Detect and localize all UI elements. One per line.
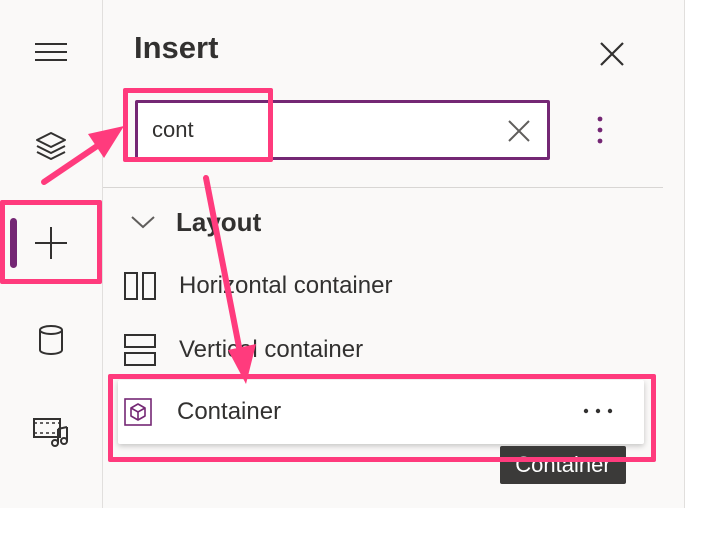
panel-divider bbox=[103, 187, 663, 188]
clear-icon bbox=[508, 120, 530, 142]
search-clear-button[interactable] bbox=[504, 116, 534, 146]
list-item-label: Vertical container bbox=[179, 336, 364, 363]
list-item-vertical-container[interactable]: Vertical container bbox=[120, 322, 640, 378]
more-vertical-icon bbox=[597, 116, 603, 144]
vertical-container-icon bbox=[118, 333, 162, 367]
group-header-layout[interactable]: Layout bbox=[130, 200, 261, 244]
panel-title: Insert bbox=[134, 30, 219, 65]
search-highlight-box bbox=[123, 88, 273, 162]
horizontal-container-icon bbox=[118, 271, 162, 301]
container-highlight-box bbox=[108, 374, 656, 462]
rail-item-menu[interactable] bbox=[0, 20, 102, 84]
insert-highlight-box bbox=[0, 200, 102, 284]
close-button[interactable] bbox=[592, 34, 632, 74]
more-options-button[interactable] bbox=[582, 110, 618, 150]
layers-icon bbox=[36, 132, 66, 160]
media-icon bbox=[33, 418, 68, 447]
chevron-down-icon bbox=[131, 216, 155, 229]
close-icon bbox=[600, 42, 624, 66]
group-label: Layout bbox=[176, 206, 262, 237]
hamburger-icon bbox=[35, 43, 67, 61]
list-item-horizontal-container[interactable]: Horizontal container bbox=[120, 258, 640, 314]
rail-item-data[interactable] bbox=[0, 308, 102, 372]
database-icon bbox=[39, 325, 63, 356]
rail-item-media[interactable] bbox=[0, 400, 102, 464]
rail-item-tree-view[interactable] bbox=[0, 114, 102, 178]
list-item-label: Horizontal container bbox=[179, 272, 393, 299]
